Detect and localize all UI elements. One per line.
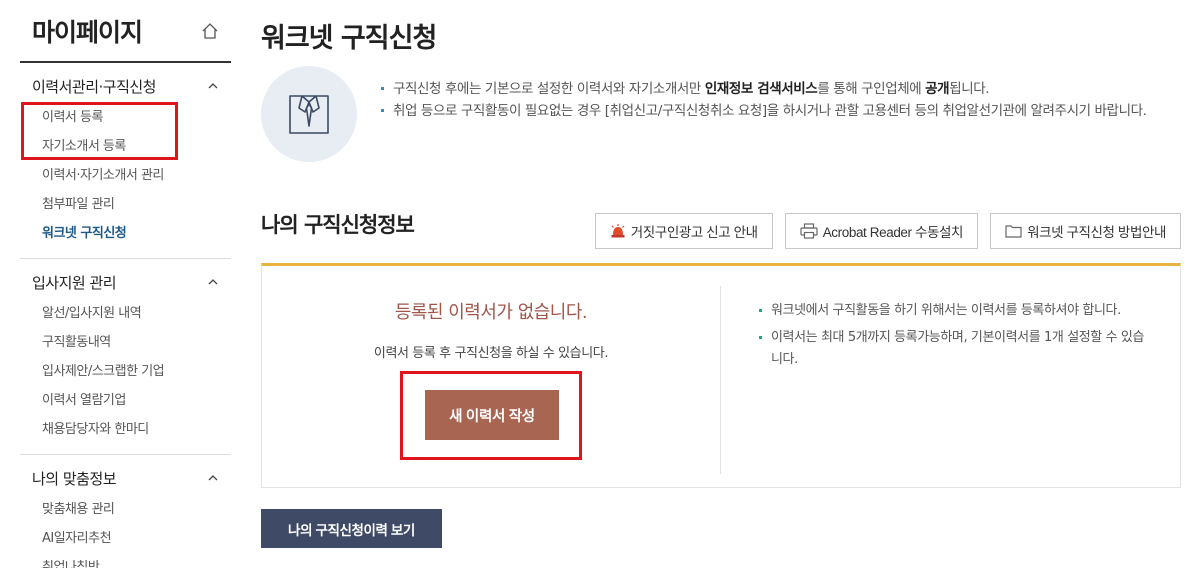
application-guide-button[interactable]: 워크넷 구직신청 방법안내 [990,213,1181,249]
sidebar-group-header[interactable]: 입사지원 관리 [20,269,231,295]
fake-ad-report-button[interactable]: 거짓구인광고 신고 안내 [594,213,773,249]
panel-divider [720,286,721,474]
home-icon[interactable] [201,22,219,40]
siren-icon [611,224,625,238]
empty-description: 이력서 등록 후 구직신청을 하실 수 있습니다. [373,346,609,361]
sidebar-group-title: 나의 맞춤정보 [32,469,117,488]
sidebar-group-custom: 나의 맞춤정보 맞춤채용 관리 AI일자리추천 취업나침반 [20,455,231,568]
info-item: 구직신청 후에는 기본으로 설정한 이력서와 자기소개서만 인재정보 검색서비스… [381,78,1181,100]
action-buttons: 거짓구인광고 신고 안내 Acrobat Reader 수동설치 워크넷 구직신… [594,213,1181,249]
sidebar-group-header[interactable]: 이력서관리·구직신청 [20,73,231,99]
sidebar-group-application: 입사지원 관리 알선/입사지원 내역 구직활동내역 입사제안/스크랩한 기업 이… [20,259,231,455]
chevron-up-icon[interactable] [207,276,219,288]
printer-icon [800,223,818,239]
acrobat-install-button[interactable]: Acrobat Reader 수동설치 [784,213,979,249]
note-item: 이력서는 최대 5개까지 등록가능하며, 기본이력서를 1개 설정할 수 있습니… [759,327,1154,371]
sidebar-item-attachment-management[interactable]: 첨부파일 관리 [20,190,231,219]
sidebar-group-resume: 이력서관리·구직신청 이력서 등록 자기소개서 등록 이력서·자기소개서 관리 … [20,63,231,259]
sidebar: 마이페이지 이력서관리·구직신청 이력서 등록 자기소개서 등록 이력서·자기소… [20,0,231,568]
sidebar-item-offers-scraps[interactable]: 입사제안/스크랩한 기업 [20,357,231,386]
sidebar-item-application-history[interactable]: 알선/입사지원 내역 [20,299,231,328]
note-item: 워크넷에서 구직활동을 하기 위해서는 이력서를 등록하셔야 합니다. [759,300,1154,322]
sidebar-item-resume-management[interactable]: 이력서·자기소개서 관리 [20,161,231,190]
sidebar-item-recruiter-message[interactable]: 채용담당자와 한마디 [20,415,231,444]
chevron-up-icon[interactable] [207,472,219,484]
sidebar-item-resume-register[interactable]: 이력서 등록 [20,103,231,132]
new-resume-button[interactable]: 새 이력서 작성 [425,390,559,440]
application-history-button[interactable]: 나의 구직신청이력 보기 [261,509,442,548]
sidebar-item-job-activity[interactable]: 구직활동내역 [20,328,231,357]
sidebar-title: 마이페이지 [32,17,143,47]
empty-state: 등록된 이력서가 없습니다. 이력서 등록 후 구직신청을 하실 수 있습니다.… [262,266,720,487]
info-box: 구직신청 후에는 기본으로 설정한 이력서와 자기소개서만 인재정보 검색서비스… [261,66,1181,166]
notes-list: 워크넷에서 구직활동을 하기 위해서는 이력서를 등록하셔야 합니다. 이력서는… [759,300,1154,376]
sidebar-group-title: 이력서관리·구직신청 [32,77,156,96]
resume-status-panel: 등록된 이력서가 없습니다. 이력서 등록 후 구직신청을 하실 수 있습니다.… [261,263,1181,488]
page-title: 워크넷 구직신청 [261,23,437,54]
sidebar-item-custom-jobs[interactable]: 맞춤채용 관리 [20,495,231,524]
sidebar-group-header[interactable]: 나의 맞춤정보 [20,465,231,491]
info-list: 구직신청 후에는 기본으로 설정한 이력서와 자기소개서만 인재정보 검색서비스… [381,78,1181,122]
folder-icon [1005,225,1022,238]
sidebar-item-career-compass[interactable]: 취업나침반 [20,553,231,568]
empty-title: 등록된 이력서가 없습니다. [394,302,588,323]
sidebar-group-title: 입사지원 관리 [32,273,117,292]
sidebar-item-job-application[interactable]: 워크넷 구직신청 [20,219,231,248]
sidebar-item-resume-viewers[interactable]: 이력서 열람기업 [20,386,231,415]
sidebar-item-cover-letter-register[interactable]: 자기소개서 등록 [20,132,231,161]
shirt-icon [261,66,357,162]
sidebar-item-ai-recommend[interactable]: AI일자리추천 [20,524,231,553]
chevron-up-icon[interactable] [207,80,219,92]
info-item: 취업 등으로 구직활동이 필요없는 경우 [취업신고/구직신청취소 요청]을 하… [381,100,1181,122]
section-title: 나의 구직신청정보 [261,213,415,237]
sidebar-header: 마이페이지 [20,0,231,63]
